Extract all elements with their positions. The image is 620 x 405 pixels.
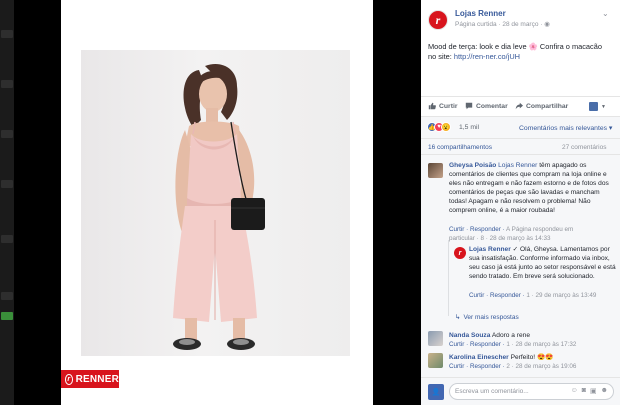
emoji-icon[interactable]: ☺ [571,387,578,395]
post-actions: Curtir Comentar Compartilhar ▼ [421,96,620,116]
comment-input[interactable]: Escreva um comentário... ☺ ◙ ▣ ☻ [449,383,614,400]
feed-item [1,235,13,243]
brand-badge: r RENNER [61,370,119,388]
thumbs-up-icon [428,102,436,110]
share-count[interactable]: 16 compartilhamentos [428,144,492,151]
comment-avatar[interactable] [428,353,443,368]
camera-icon[interactable]: ◙ [582,387,586,395]
more-replies-label: Ver mais respostas [463,313,519,321]
brand-label: RENNER [75,373,119,385]
share-button[interactable]: Compartilhar [515,102,568,110]
post-meta: Página curtida · 28 de março · ◉ [455,20,550,28]
comment-body: Perfeito! 😍😍 [508,354,554,361]
comment-actions[interactable]: Curtir · Responder · [449,341,506,348]
comment-icon [465,102,473,110]
comment-body: Adoro a rene [490,332,530,339]
comment-status: 2 · 28 de março às 19:06 [506,363,577,370]
comment-text: Gheysa Poisão Lojas Renner têm apagado o… [449,161,615,215]
like-label: Curtir [439,102,458,110]
reply-status: 1 · 29 de março às 13:49 [526,292,597,299]
feed-item [1,312,13,320]
comment-list: Gheysa Poisão Lojas Renner têm apagado o… [421,155,620,377]
reactions-bar: 👍 ♥ 😮 1,5 mil Comentários mais relevante… [421,116,620,138]
reply-meta: Curtir · Responder · 1 · 29 de março às … [469,291,615,300]
like-button[interactable]: Curtir [428,102,458,110]
comment-author[interactable]: Gheysa Poisão [449,162,496,169]
post-meta-text: Página curtida · 28 de março · [455,21,543,28]
post-text: Mood de terça: look e dia leve 🌸 Confira… [428,42,608,62]
post-options-chevron-icon[interactable]: ⌄ [602,9,609,18]
feed-item [1,30,13,38]
feed-item [1,180,13,188]
comment-meta: Curtir · Responder · 2 · 28 de março às … [449,363,576,370]
reaction-count[interactable]: 1,5 mil [459,124,479,131]
photo-viewer: r RENNER r Lojas Renner Página curtida ·… [0,0,620,405]
wow-reaction-icon: 😮 [441,122,451,132]
dropdown-caret-icon: ▼ [601,103,606,110]
comment-label: Comentar [476,102,508,110]
reply-avatar[interactable]: r [454,247,466,259]
comment-author[interactable]: Nanda Souza [449,332,490,339]
background-feed-strip [0,0,14,405]
reply-arrow-icon: ↳ [455,314,461,321]
comment-text: Nanda Souza Adoro a rene [449,331,615,340]
feed-item [1,80,13,88]
comment-body: têm apagado os comentários de clientes q… [449,162,609,214]
comment-mention[interactable]: Lojas Renner [498,162,537,169]
my-avatar: 👤 [428,384,444,400]
reaction-icons[interactable]: 👍 ♥ 😮 [427,122,451,132]
globe-icon: ◉ [544,21,550,28]
reply-author[interactable]: Lojas Renner [469,246,511,253]
comment-meta: Curtir · Responder · 1 · 28 de março às … [449,341,576,348]
comment-meta: Curtir · Responder · A Página respondeu … [449,225,599,243]
gif-icon[interactable]: ▣ [590,387,597,395]
comment-count: 27 comentários [562,144,607,151]
comment-sort-dropdown[interactable]: Comentários mais relevantes ▾ [519,124,612,132]
comment-actions[interactable]: Curtir · Responder · [449,363,506,370]
comment-author[interactable]: Karolina Einescher [449,354,509,361]
comment-composer: 👤 Escreva um comentário... ☺ ◙ ▣ ☻ [421,377,620,405]
photo-panel: r RENNER [61,0,373,405]
post-sidebar: r Lojas Renner Página curtida · 28 de ma… [421,0,620,405]
page-selector-icon [589,102,598,111]
feed-item [1,292,13,300]
page-avatar[interactable]: r [428,10,448,30]
comment-actions[interactable]: Curtir · Responder · [449,226,506,233]
comment-text: Karolina Einescher Perfeito! 😍😍 [449,353,615,362]
feed-item [1,130,13,138]
post-link[interactable]: http://ren-ner.co/jUH [454,52,520,61]
comment-avatar[interactable] [428,331,443,346]
share-label: Compartilhar [526,102,569,110]
reply-thread-line [448,240,449,316]
product-photo[interactable] [81,50,350,356]
sticker-icon[interactable]: ☻ [601,387,608,395]
model-illustration [173,64,265,350]
comment-status: 1 · 28 de março às 17:32 [506,341,577,348]
brand-logo-icon: r [65,373,73,385]
reply-text: Lojas Renner ✓ Olá, Gheysa. Lamentamos p… [469,245,617,281]
composer-tools: ☺ ◙ ▣ ☻ [571,387,608,395]
comment-avatar[interactable] [428,163,443,178]
more-replies-link[interactable]: ↳ Ver mais respostas [455,313,519,322]
comment-input-placeholder: Escreva um comentário... [455,388,529,395]
page-name[interactable]: Lojas Renner [455,9,506,18]
comment-button[interactable]: Comentar [465,102,508,110]
post-as-selector[interactable]: ▼ [589,102,606,111]
reply-actions[interactable]: Curtir · Responder · [469,292,526,299]
post-stats: 16 compartilhamentos 27 comentários [421,138,620,155]
share-icon [515,102,523,110]
